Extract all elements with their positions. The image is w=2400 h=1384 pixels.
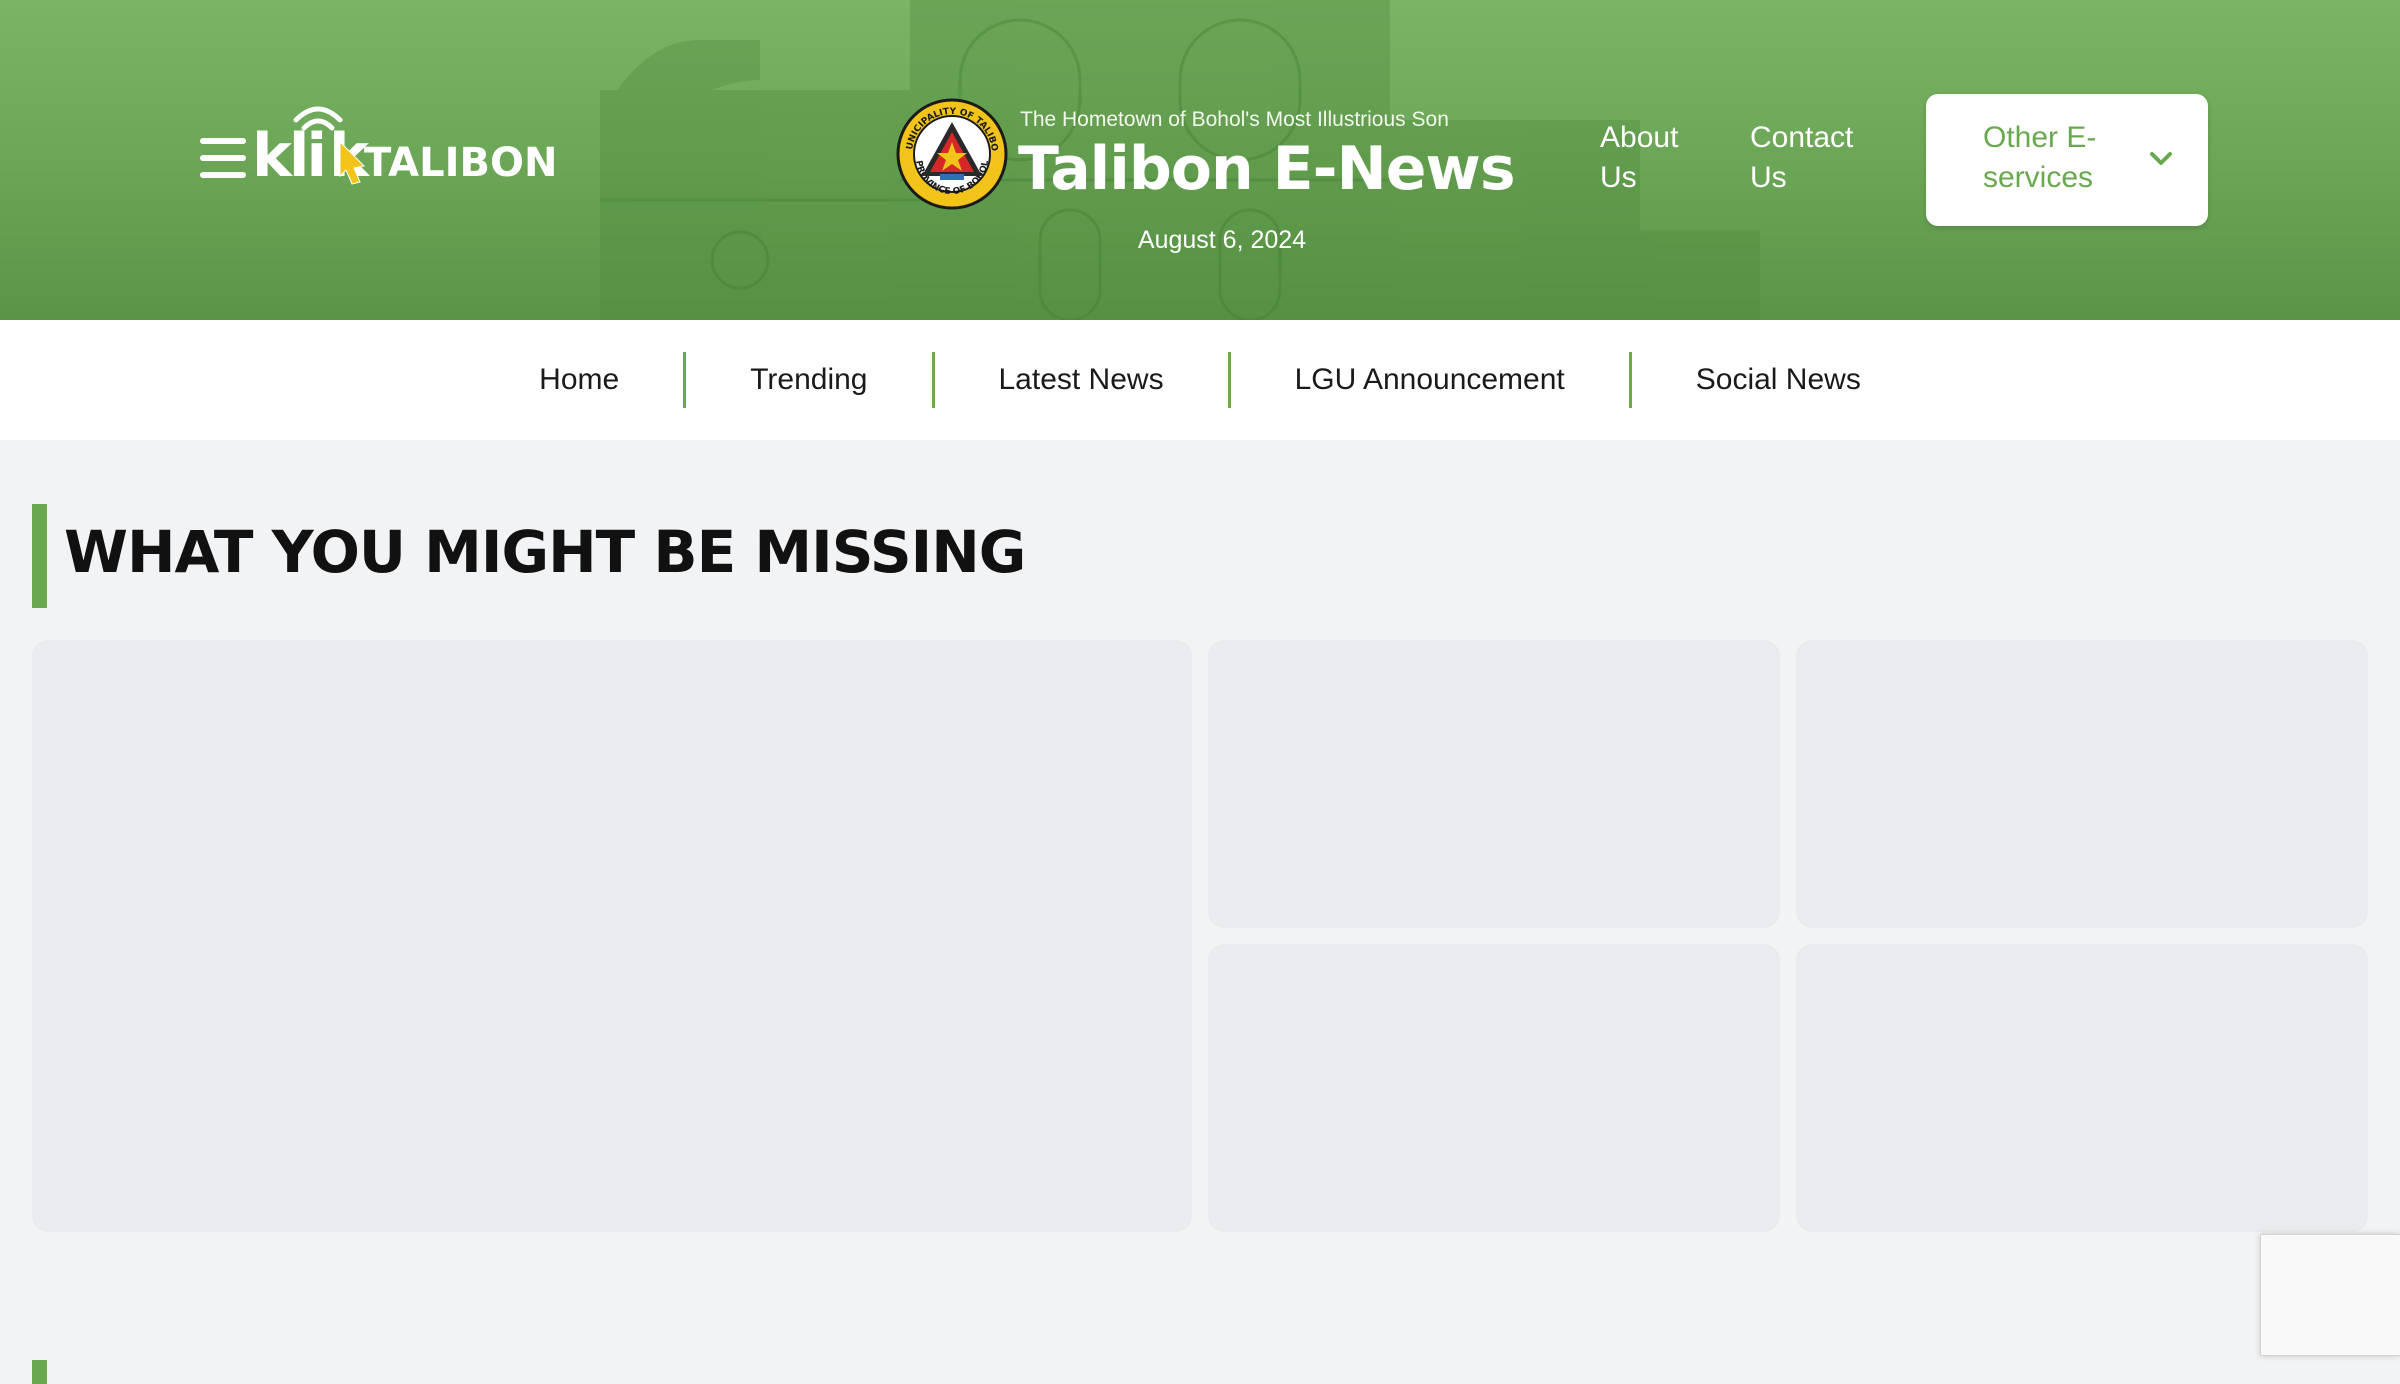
site-tagline: The Hometown of Bohol's Most Illustrious… — [1020, 108, 1449, 131]
article-card-placeholder[interactable] — [1208, 944, 1780, 1232]
site-header: kli k TALIBON MUNICIPALITY OF TALIBON PR… — [0, 0, 2400, 320]
nav-latest-news[interactable]: Latest News — [935, 352, 1228, 408]
about-us-link[interactable]: About Us — [1600, 118, 1720, 198]
svg-text:kli: kli — [252, 121, 324, 191]
contact-us-link[interactable]: Contact Us — [1750, 118, 1870, 198]
nav-trending[interactable]: Trending — [686, 352, 931, 408]
nav-home[interactable]: Home — [475, 352, 683, 408]
section-accent-bar — [32, 504, 47, 608]
hamburger-menu-icon[interactable] — [200, 138, 246, 178]
menu-bar — [200, 172, 246, 178]
recaptcha-badge[interactable] — [2260, 1234, 2400, 1356]
chevron-down-icon — [2150, 152, 2172, 165]
article-card-placeholder[interactable] — [1796, 944, 2368, 1232]
other-eservices-label: Other E-services — [1983, 121, 2097, 194]
section-title: WHAT YOU MIGHT BE MISSING — [64, 518, 1026, 586]
featured-article-card-placeholder[interactable] — [32, 640, 1192, 1232]
nav-lgu-announcement[interactable]: LGU Announcement — [1231, 352, 1629, 408]
other-eservices-dropdown[interactable]: Other E-services — [1926, 94, 2208, 226]
menu-bar — [200, 155, 246, 161]
main-nav: Home Trending Latest News LGU Announceme… — [0, 320, 2400, 440]
section-accent-bar — [32, 1360, 47, 1384]
site-title[interactable]: Talibon E-News — [1018, 134, 1538, 204]
menu-bar — [200, 138, 246, 144]
article-card-placeholder[interactable] — [1208, 640, 1780, 928]
kliktalibon-logo[interactable]: kli k TALIBON — [252, 94, 562, 194]
talibon-seal-logo: MUNICIPALITY OF TALIBON PROVINCE OF BOHO… — [896, 98, 1008, 210]
svg-text:TALIBON: TALIBON — [364, 140, 557, 186]
current-date: August 6, 2024 — [1137, 226, 1307, 254]
nav-social-news[interactable]: Social News — [1632, 352, 1925, 408]
article-card-placeholder[interactable] — [1796, 640, 2368, 928]
